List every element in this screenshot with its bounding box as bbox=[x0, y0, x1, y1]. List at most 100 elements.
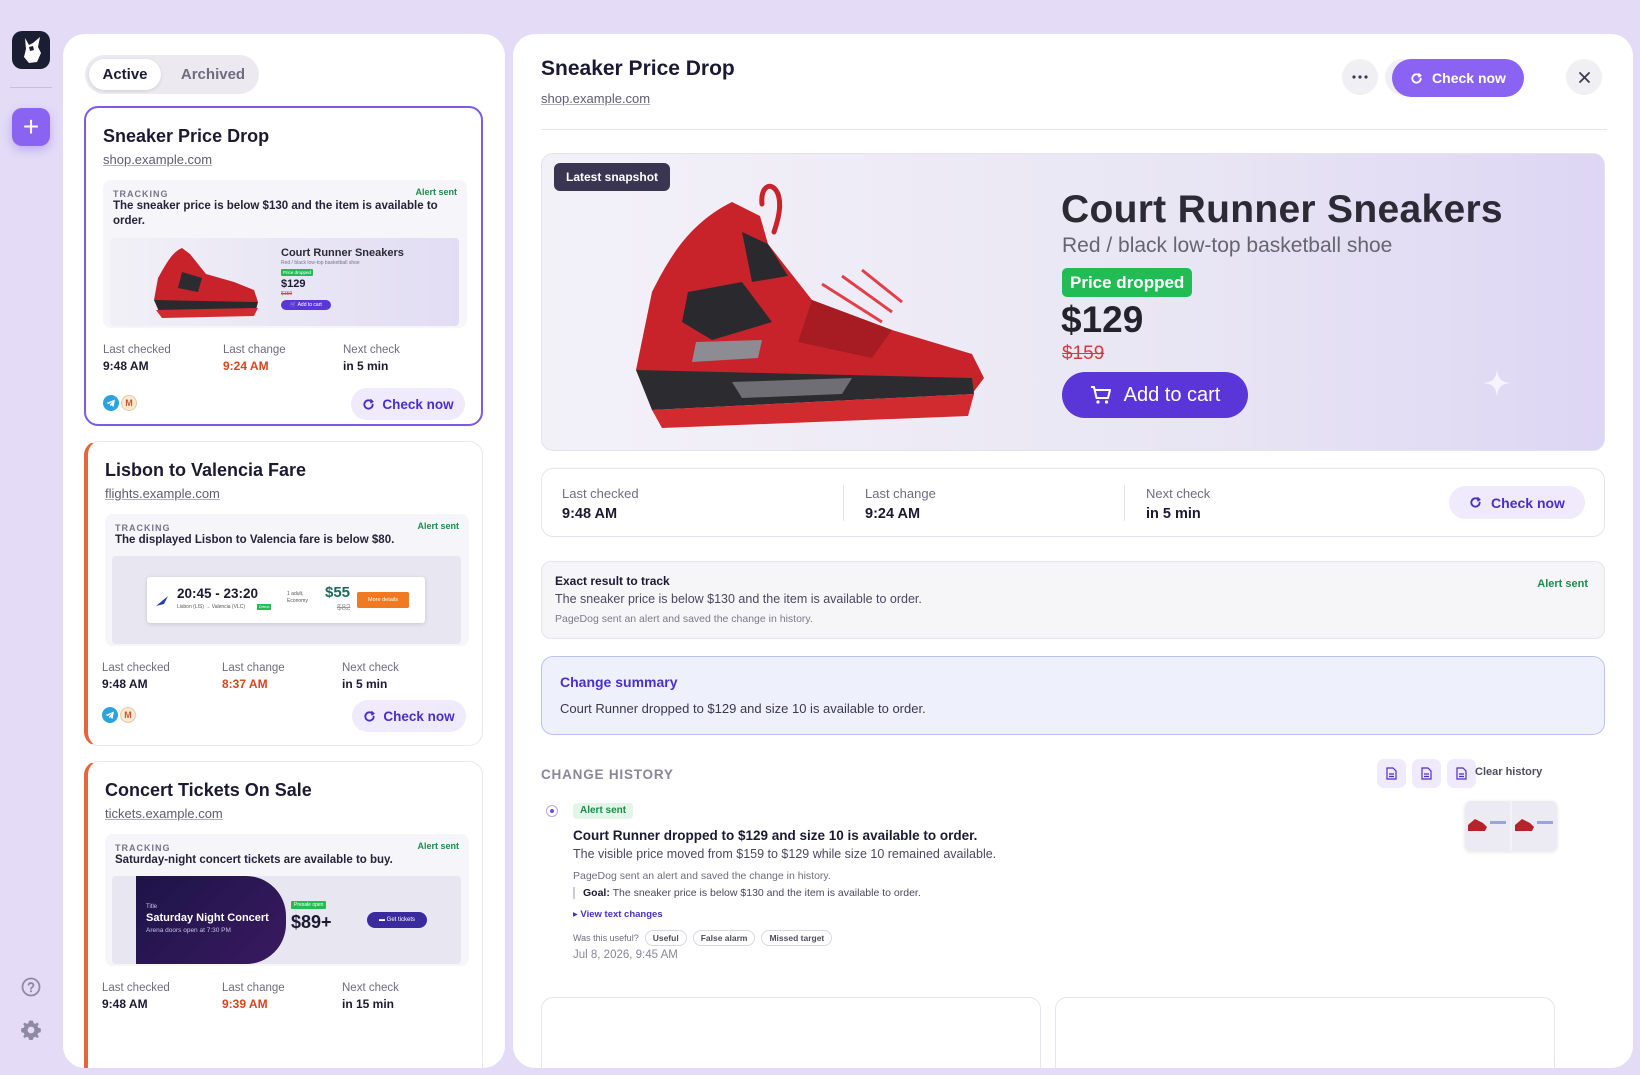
get-tickets-button: ▬ Get tickets bbox=[367, 912, 427, 928]
gmail-icon: M bbox=[121, 395, 137, 411]
snapshot-thumbnail[interactable]: Court Runner Sneakers Red / black low-to… bbox=[110, 238, 459, 326]
flight-result: 20:45 - 23:20 Lisbon (LIS) → Valencia (V… bbox=[147, 577, 425, 623]
tab-archived[interactable]: Archived bbox=[173, 59, 253, 90]
stat-last-checked: Last checked 9:48 AM bbox=[562, 486, 639, 522]
meta-last-change: Last change 9:24 AM bbox=[223, 344, 286, 373]
stat-divider bbox=[843, 485, 844, 521]
check-now-button[interactable]: Check now bbox=[352, 700, 466, 732]
snapshot-thumbnail[interactable]: Title Saturday Night Concert Arena doors… bbox=[112, 876, 461, 964]
thumb-badge: Price dropped bbox=[281, 269, 314, 276]
card-domain[interactable]: shop.example.com bbox=[103, 152, 212, 167]
feedback-missed-target-button[interactable]: Missed target bbox=[761, 930, 833, 946]
document-icon bbox=[1421, 767, 1432, 780]
app-logo[interactable] bbox=[12, 31, 50, 69]
sparkle-icon bbox=[1483, 369, 1511, 397]
alert-status: Alert sent bbox=[417, 841, 459, 851]
check-now-primary-button[interactable]: Check now bbox=[1392, 59, 1524, 97]
card-title: Concert Tickets On Sale bbox=[105, 780, 312, 800]
flight-time: 20:45 - 23:20 bbox=[177, 586, 259, 601]
product-subtitle: Red / black low-top basketball shoe bbox=[1062, 234, 1393, 257]
plus-icon: + bbox=[22, 111, 40, 142]
check-now-button[interactable]: Check now bbox=[351, 388, 465, 420]
tracking-box: TRACKING Alert sent Saturday-night conce… bbox=[105, 834, 469, 966]
add-to-cart-button: Add to cart bbox=[1062, 372, 1248, 418]
stat-next-check: Next check in 5 min bbox=[1146, 486, 1211, 522]
tab-active[interactable]: Active bbox=[89, 59, 161, 90]
detail-card-stub bbox=[1055, 997, 1555, 1068]
tracking-label: TRACKING bbox=[113, 189, 169, 199]
product-old-price: $159 bbox=[1062, 343, 1105, 364]
tracking-text: Saturday-night concert tickets are avail… bbox=[115, 854, 393, 866]
change-summary-title: Change summary bbox=[560, 674, 678, 690]
exact-result-box: Exact result to track Alert sent The sne… bbox=[541, 561, 1605, 639]
help-circle-icon[interactable] bbox=[20, 976, 42, 998]
airplane-icon bbox=[156, 596, 168, 606]
exact-result-text: The sneaker price is below $130 and the … bbox=[555, 592, 922, 606]
product-title: Court Runner Sneakers bbox=[1061, 188, 1503, 231]
more-options-button[interactable] bbox=[1342, 59, 1378, 95]
export-button[interactable] bbox=[1377, 759, 1406, 788]
tracker-card-sneaker[interactable]: Sneaker Price Drop shop.example.com TRAC… bbox=[84, 106, 483, 426]
sneaker-image bbox=[154, 248, 258, 318]
history-snapshot-thumbnail[interactable] bbox=[1465, 801, 1557, 851]
tracker-card-flight[interactable]: Lisbon to Valencia Fare flights.example.… bbox=[84, 441, 483, 746]
sneaker-image bbox=[636, 183, 984, 428]
flight-direct-tag: Direct bbox=[257, 604, 272, 610]
refresh-icon bbox=[1470, 496, 1481, 508]
change-summary-text: Court Runner dropped to $129 and size 10… bbox=[560, 701, 926, 716]
add-tracker-button[interactable]: + bbox=[12, 108, 50, 146]
card-domain[interactable]: tickets.example.com bbox=[105, 806, 223, 821]
gmail-icon: M bbox=[120, 707, 136, 723]
card-domain[interactable]: flights.example.com bbox=[105, 486, 220, 501]
feedback-false-alarm-button[interactable]: False alarm bbox=[692, 930, 756, 946]
change-summary: Change summary Court Runner dropped to $… bbox=[541, 656, 1605, 735]
meta-last-change: Last change 8:37 AM bbox=[222, 662, 285, 691]
meta-next-check: Next check in 5 min bbox=[343, 344, 400, 373]
alert-status: Alert sent bbox=[417, 521, 459, 531]
tracker-detail-panel: Sneaker Price Drop shop.example.com Chec… bbox=[513, 34, 1633, 1068]
export-button[interactable] bbox=[1412, 759, 1441, 788]
alert-status: Alert sent bbox=[1537, 578, 1588, 590]
feedback-question: Was this useful? bbox=[573, 933, 639, 943]
meta-last-checked: Last checked 9:48 AM bbox=[102, 662, 170, 691]
thumb-title: Court Runner Sneakers bbox=[281, 247, 404, 259]
refresh-icon bbox=[1411, 72, 1422, 84]
concert-title: Saturday Night Concert bbox=[146, 912, 269, 924]
tracker-list-panel: Active Archived Sneaker Price Drop shop.… bbox=[63, 34, 505, 1068]
concert-label: Title bbox=[146, 904, 158, 910]
history-entry-description: The visible price moved from $159 to $12… bbox=[573, 847, 997, 861]
tracking-text: The sneaker price is below $130 and the … bbox=[113, 200, 438, 227]
gear-icon[interactable] bbox=[19, 1018, 43, 1042]
thumb-cart-button: 🛒 Add to cart bbox=[281, 300, 331, 310]
latest-snapshot[interactable]: Latest snapshot Court Runner Sneakers Re… bbox=[541, 153, 1605, 451]
history-entry-title: Court Runner dropped to $129 and size 10… bbox=[573, 828, 978, 843]
refresh-icon bbox=[363, 398, 375, 410]
clear-history-button[interactable]: Clear history bbox=[1475, 766, 1542, 778]
history-entry-goal: Goal: The sneaker price is below $130 an… bbox=[573, 887, 921, 899]
stat-last-change: Last change 9:24 AM bbox=[865, 486, 936, 522]
detail-domain[interactable]: shop.example.com bbox=[541, 91, 650, 106]
close-icon bbox=[1578, 71, 1590, 83]
thumb-old-price: $159 bbox=[281, 291, 293, 297]
header-divider bbox=[541, 129, 1607, 130]
document-icon bbox=[1456, 767, 1467, 780]
close-button[interactable] bbox=[1566, 59, 1602, 95]
feedback-useful-button[interactable]: Useful bbox=[644, 930, 687, 946]
tracker-card-concert[interactable]: Concert Tickets On Sale tickets.example.… bbox=[84, 761, 483, 1068]
card-title: Lisbon to Valencia Fare bbox=[105, 460, 307, 480]
view-text-changes-link[interactable]: ▸ View text changes bbox=[573, 909, 663, 920]
check-stats: Last checked 9:48 AM Last change 9:24 AM N… bbox=[541, 468, 1605, 537]
check-now-button[interactable]: Check now bbox=[1449, 486, 1585, 519]
tracking-box: TRACKING Alert sent The displayed Lisbon… bbox=[105, 514, 469, 646]
concert-subtitle: Arena doors open at 7:30 PM bbox=[146, 927, 231, 934]
sneaker-thumbnail-image bbox=[1465, 801, 1557, 851]
product-price: $129 bbox=[1061, 299, 1144, 340]
meta-last-change: Last change 9:39 AM bbox=[222, 982, 285, 1011]
snapshot-thumbnail[interactable]: 20:45 - 23:20 Lisbon (LIS) → Valencia (V… bbox=[112, 556, 461, 644]
document-icon bbox=[1386, 767, 1397, 780]
meta-last-checked: Last checked 9:48 AM bbox=[102, 982, 170, 1011]
cart-icon bbox=[1090, 386, 1111, 404]
export-button[interactable] bbox=[1447, 759, 1476, 788]
tracking-label: TRACKING bbox=[115, 523, 171, 533]
meta-next-check: Next check in 15 min bbox=[342, 982, 399, 1011]
